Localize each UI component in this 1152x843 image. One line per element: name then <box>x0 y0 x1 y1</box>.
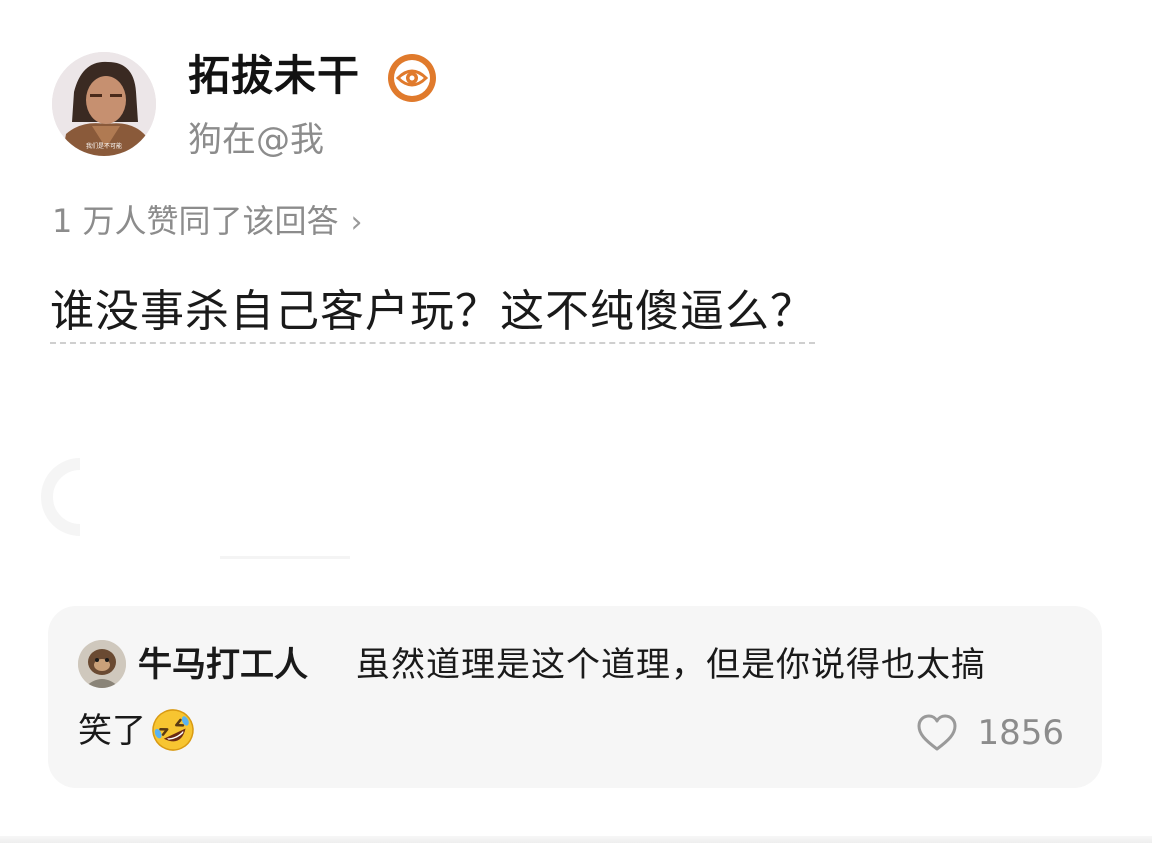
faint-circle-decoration <box>41 458 81 536</box>
author-name[interactable]: 拓拔未干 <box>188 50 360 102</box>
author-avatar[interactable]: 我们是不可能 <box>52 52 156 156</box>
comment-card[interactable]: 牛马打工人 虽然道理是这个道理，但是你说得也太搞 笑了 1856 <box>48 606 1102 788</box>
like-button[interactable]: 1856 <box>915 710 1064 756</box>
answer-text: 谁没事杀自己客户玩？这不纯傻逼么？ <box>50 282 815 344</box>
upvote-text: 1 万人赞同了该回答 <box>52 202 339 240</box>
heart-icon <box>917 714 957 751</box>
commenter-avatar[interactable] <box>78 640 126 688</box>
chevron-right-icon: › <box>350 205 363 240</box>
bottom-edge <box>0 836 1152 843</box>
upvote-summary[interactable]: 1 万人赞同了该回答 › <box>52 198 363 246</box>
commenter-name[interactable]: 牛马打工人 <box>138 642 308 688</box>
avatar-photo: 我们是不可能 <box>52 52 156 156</box>
comment-text-line2-text: 笑了 <box>78 711 146 751</box>
faint-divider <box>220 556 350 559</box>
eye-badge-icon[interactable] <box>386 52 438 104</box>
like-count: 1856 <box>977 713 1064 753</box>
comment-text-line1: 虽然道理是这个道理，但是你说得也太搞 <box>356 645 986 685</box>
rolling-laughing-emoji-icon <box>152 708 194 751</box>
author-bio: 狗在@我 <box>188 120 324 160</box>
commenter-avatar-photo <box>78 640 126 688</box>
avatar-caption: 我们是不可能 <box>86 142 122 150</box>
comment-text-line2: 笑了 <box>78 708 196 754</box>
